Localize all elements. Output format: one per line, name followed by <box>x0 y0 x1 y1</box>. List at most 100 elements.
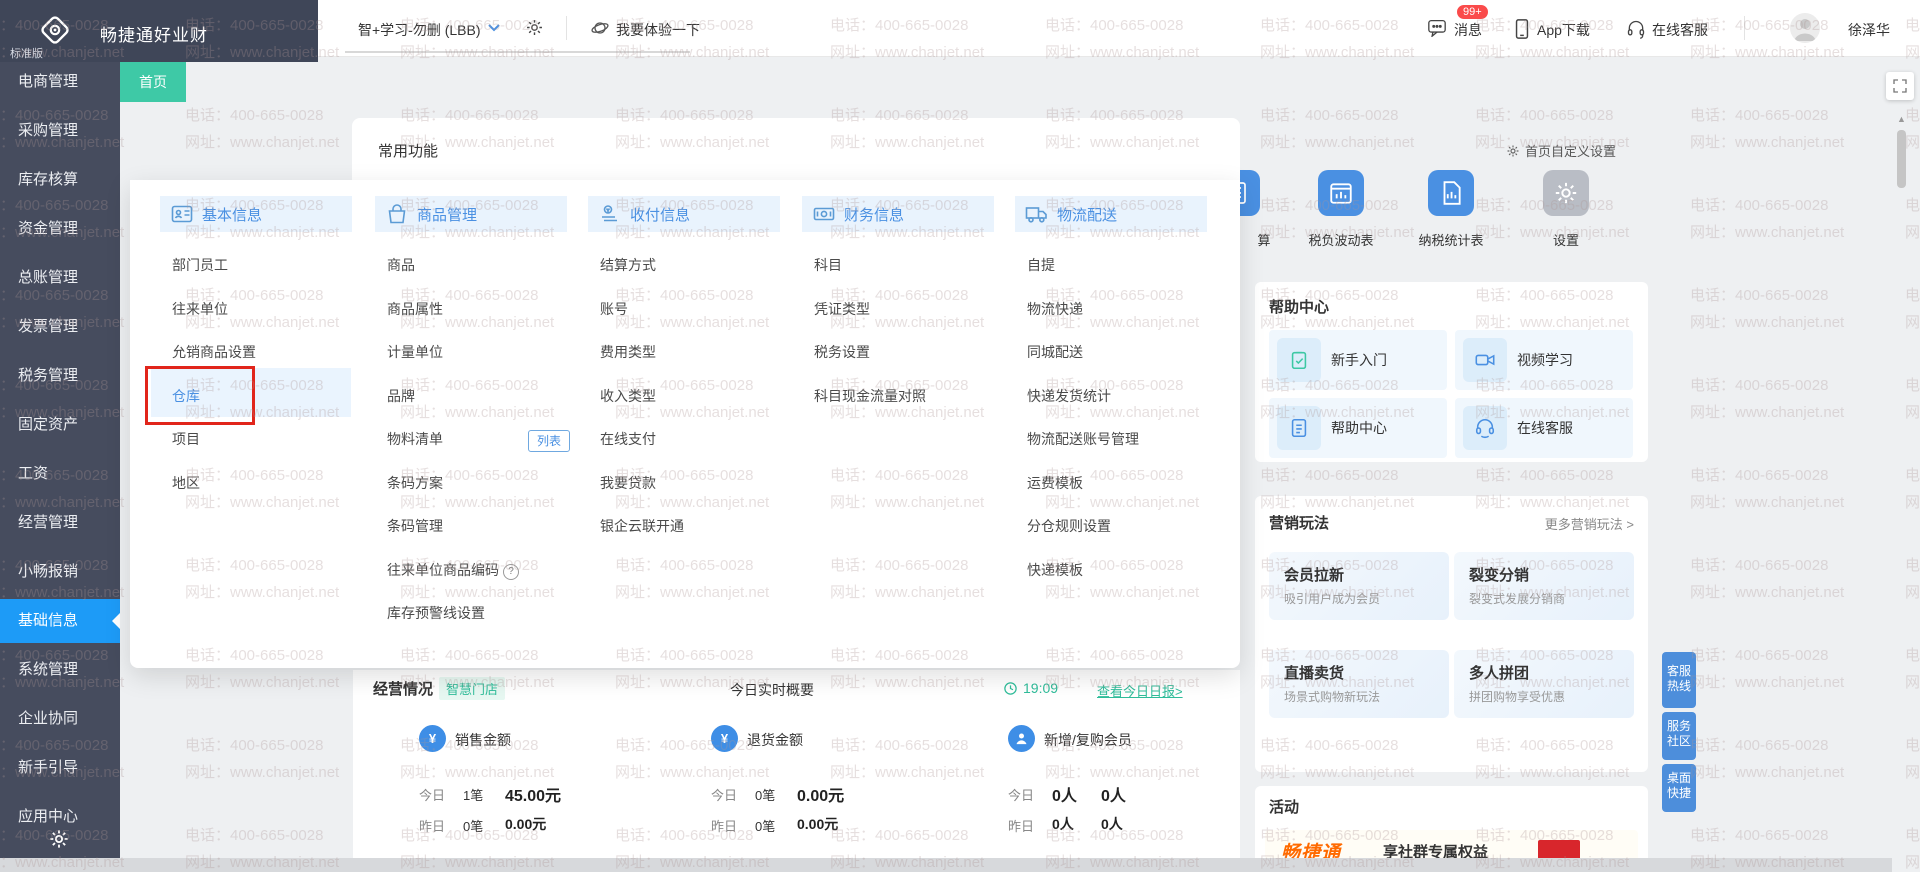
scrollbar-up-arrow[interactable]: ▲ <box>1897 114 1906 124</box>
menu-item-subjects[interactable]: 科目 <box>814 255 842 275</box>
shortcut-label[interactable]: 设置 <box>1516 230 1616 249</box>
menu-item-bank-cloud[interactable]: 银企云联开通 <box>600 516 684 536</box>
sidebar-item-guide[interactable]: 新手引导 <box>0 746 120 790</box>
menu-item-barcode-mgmt[interactable]: 条码管理 <box>387 516 443 536</box>
menu-item-partner-goods-code[interactable]: 往来单位商品编码? <box>387 560 519 580</box>
menu-item-warehouse-rule[interactable]: 分仓规则设置 <box>1027 516 1111 536</box>
sidebar-item-inventory[interactable]: 库存核算 <box>0 158 120 202</box>
avatar[interactable] <box>1790 13 1820 43</box>
menu-item-departments[interactable]: 部门员工 <box>172 255 228 275</box>
menu-item-express[interactable]: 物流快递 <box>1027 299 1083 319</box>
online-service-button[interactable]: 在线客服 <box>1652 20 1708 40</box>
headset-icon[interactable] <box>1626 19 1646 39</box>
menu-item-logi-account[interactable]: 物流配送账号管理 <box>1027 429 1139 449</box>
shortcut-tax-statistics-icon[interactable] <box>1428 170 1474 216</box>
sidebar-item-collab[interactable]: 企业协同 <box>0 697 120 741</box>
menu-item-income-type[interactable]: 收入类型 <box>600 386 656 406</box>
help-item-online-service[interactable]: 在线客服 <box>1455 398 1633 458</box>
menu-item-voucher-type[interactable]: 凭证类型 <box>814 299 870 319</box>
daily-report-link[interactable]: 查看今日日报> <box>1097 681 1183 700</box>
menu-item-barcode-plan[interactable]: 条码方案 <box>387 473 443 493</box>
app-download-button[interactable]: App下载 <box>1537 20 1590 40</box>
logo-block: 畅捷通好业财 标准版 <box>0 0 318 62</box>
marketing-card-group[interactable]: 多人拼团 拼团购物享受优惠 <box>1454 650 1634 718</box>
username[interactable]: 徐泽华 <box>1848 20 1890 40</box>
menu-item-tax-settings[interactable]: 税务设置 <box>814 342 870 362</box>
globe-icon[interactable] <box>590 18 610 38</box>
headset-icon <box>1463 406 1507 450</box>
menu-item-ship-stats[interactable]: 快递发货统计 <box>1027 386 1111 406</box>
menu-item-freight-tpl[interactable]: 运费模板 <box>1027 473 1083 493</box>
menu-item-express-tpl[interactable]: 快递模板 <box>1027 560 1083 580</box>
sidebar: 电商管理 采购管理 库存核算 资金管理 总账管理 发票管理 税务管理 固定资产 … <box>0 56 120 872</box>
sidebar-item-ledger[interactable]: 总账管理 <box>0 256 120 300</box>
marketing-card-live[interactable]: 直播卖货 场景式购物新玩法 <box>1269 650 1449 718</box>
desktop-shortcut-button[interactable]: 桌面快捷 <box>1662 764 1696 812</box>
tab-home[interactable]: 首页 <box>120 62 186 102</box>
sidebar-item-expense[interactable]: 小畅报销 <box>0 550 120 594</box>
gear-icon[interactable] <box>525 18 544 37</box>
sidebar-item-assets[interactable]: 固定资产 <box>0 403 120 447</box>
menu-item-city-delivery[interactable]: 同城配送 <box>1027 342 1083 362</box>
fullscreen-icon[interactable] <box>1886 72 1914 100</box>
marketing-card-member[interactable]: 会员拉新 吸引用户成为会员 <box>1269 552 1449 620</box>
menu-item-sale-settings[interactable]: 允销商品设置 <box>172 342 256 362</box>
menu-item-project[interactable]: 项目 <box>172 429 200 449</box>
shortcut-settings-icon[interactable] <box>1543 170 1589 216</box>
menu-item-stock-warning[interactable]: 库存预警线设置 <box>387 603 485 623</box>
shortcut-label[interactable]: 税负波动表 <box>1291 230 1391 249</box>
menu-item-units[interactable]: 计量单位 <box>387 342 443 362</box>
chevron-down-icon[interactable] <box>487 23 501 33</box>
shortcut-label[interactable]: 纳税统计表 <box>1401 230 1501 249</box>
sidebar-item-tax[interactable]: 税务管理 <box>0 354 120 398</box>
category-payment: 收付信息 <box>588 196 780 232</box>
members-icon <box>1008 725 1035 752</box>
help-item-getting-started[interactable]: 新手入门 <box>1269 330 1447 390</box>
watermark-text: 网址：www.chanjet.net <box>1905 131 1920 152</box>
shortcut-tax-fluctuation-icon[interactable] <box>1318 170 1364 216</box>
menu-item-loan[interactable]: 我要贷款 <box>600 473 656 493</box>
sidebar-item-basic-info[interactable]: 基础信息 <box>0 599 120 643</box>
menu-item-cashflow-map[interactable]: 科目现金流量对照 <box>814 386 926 406</box>
sidebar-item-invoice[interactable]: 发票管理 <box>0 305 120 349</box>
list-badge[interactable]: 列表 <box>528 430 570 452</box>
message-icon[interactable] <box>1427 19 1447 37</box>
menu-item-expense-type[interactable]: 费用类型 <box>600 342 656 362</box>
sidebar-item-ecommerce[interactable]: 电商管理 <box>0 60 120 104</box>
help-item-help-center[interactable]: 帮助中心 <box>1269 398 1447 458</box>
menu-item-goods[interactable]: 商品 <box>387 255 415 275</box>
service-community-button[interactable]: 服务社区 <box>1662 712 1696 760</box>
service-hotline-button[interactable]: 客服热线 <box>1662 652 1696 708</box>
category-basic-info: 基本信息 <box>160 196 352 232</box>
sidebar-item-operation[interactable]: 经营管理 <box>0 501 120 545</box>
smart-store-chip[interactable]: 智慧门店 <box>439 677 505 700</box>
more-marketing-link[interactable]: 更多营销玩法 > <box>1545 514 1634 533</box>
menu-item-account[interactable]: 账号 <box>600 299 628 319</box>
menu-item-region[interactable]: 地区 <box>172 473 200 493</box>
watermark-text: 电话：400-665-0028 <box>1690 104 1828 125</box>
menu-item-self-pickup[interactable]: 自提 <box>1027 255 1055 275</box>
help-circle-icon[interactable]: ? <box>503 564 519 580</box>
menu-item-goods-attr[interactable]: 商品属性 <box>387 299 443 319</box>
menu-item-bom[interactable]: 物料清单 <box>387 429 443 449</box>
sidebar-item-funds[interactable]: 资金管理 <box>0 207 120 251</box>
scrollbar-thumb[interactable] <box>1897 130 1906 188</box>
help-item-video-learning[interactable]: 视频学习 <box>1455 330 1633 390</box>
marketing-card-fission[interactable]: 裂变分销 裂变式发展分销商 <box>1454 552 1634 620</box>
sidebar-item-salary[interactable]: 工资 <box>0 452 120 496</box>
sidebar-item-purchase[interactable]: 采购管理 <box>0 109 120 153</box>
phone-icon[interactable] <box>1515 19 1529 39</box>
experience-link[interactable]: 我要体验一下 <box>616 20 700 40</box>
sidebar-item-system[interactable]: 系统管理 <box>0 648 120 692</box>
homepage-customize-link[interactable]: 首页自定义设置 <box>1506 141 1616 160</box>
watermark-text: 网址：www.chanjet.net <box>1260 131 1414 152</box>
watermark-text: 网址：www.chanjet.net <box>1905 761 1920 782</box>
account-tab[interactable]: 智+学习-勿删 (LBB) <box>358 20 481 40</box>
menu-item-brand[interactable]: 品牌 <box>387 386 415 406</box>
watermark-text: 电话：400-665-0028 <box>1690 644 1828 665</box>
menu-item-online-pay[interactable]: 在线支付 <box>600 429 656 449</box>
messages-button[interactable]: 消息 <box>1454 20 1482 40</box>
menu-item-settlement[interactable]: 结算方式 <box>600 255 656 275</box>
menu-item-partners[interactable]: 往来单位 <box>172 299 228 319</box>
sidebar-gear-icon[interactable] <box>48 828 70 850</box>
